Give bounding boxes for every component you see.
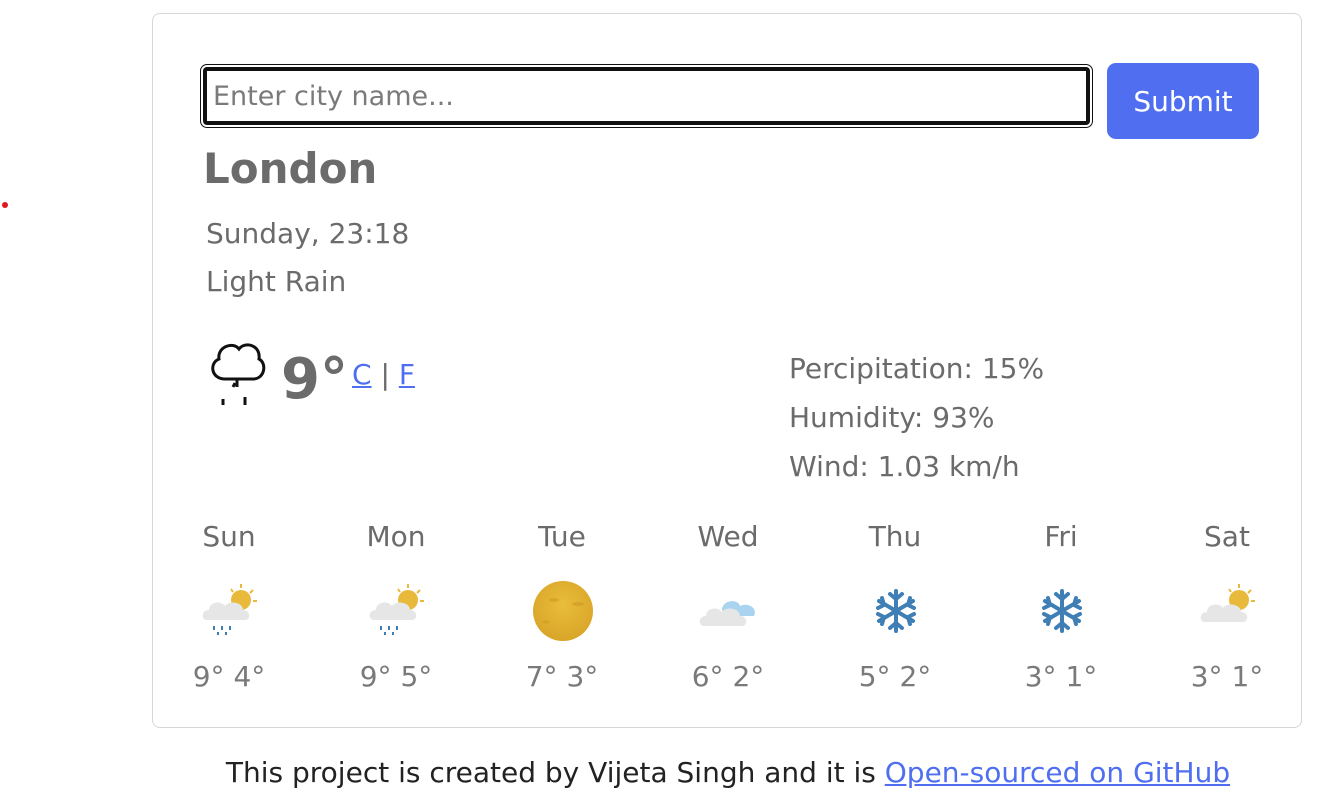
city-search-input[interactable] bbox=[200, 64, 1093, 128]
forecast-day: Fri 3° 1° bbox=[1001, 520, 1121, 693]
day-label: Tue bbox=[538, 520, 586, 553]
day-label: Fri bbox=[1044, 520, 1078, 553]
day-label: Sat bbox=[1204, 520, 1250, 553]
cloud-sun-rain-icon bbox=[369, 584, 424, 635]
weather-details: Percipitation: 15% Humidity: 93% Wind: 1… bbox=[789, 344, 1044, 491]
date-time: Sunday, 23:18 bbox=[206, 217, 410, 250]
sun-icon bbox=[533, 581, 593, 641]
forecast-day: Thu 5° 2° bbox=[835, 520, 955, 693]
humidity-text: Humidity: 93% bbox=[789, 401, 995, 434]
cloud-rain-outline-icon bbox=[211, 343, 266, 405]
day-temperatures: 7° 3° bbox=[525, 660, 599, 693]
footer: This project is created by Vijeta Singh … bbox=[0, 756, 1321, 789]
red-dot-marker bbox=[2, 202, 8, 208]
day-temperatures: 5° 2° bbox=[858, 660, 932, 693]
weather-card: Submit London Sunday, 23:18 Light Rain 9… bbox=[152, 13, 1302, 728]
cloud-icon bbox=[699, 601, 755, 626]
unit-separator: | bbox=[380, 358, 390, 391]
cloud-sun-rain-icon bbox=[202, 584, 257, 635]
forecast-day: Mon 9° 5° bbox=[336, 520, 456, 693]
day-temperatures: 9° 4° bbox=[192, 660, 266, 693]
day-temperatures: 6° 2° bbox=[691, 660, 765, 693]
current-temperature: 9° bbox=[281, 347, 348, 412]
celsius-link[interactable]: C bbox=[352, 358, 372, 391]
day-label: Mon bbox=[366, 520, 426, 553]
day-label: Sun bbox=[202, 520, 256, 553]
day-label: Wed bbox=[697, 520, 759, 553]
forecast-day: Wed 6° 2° bbox=[668, 520, 788, 693]
forecast-day: Sun 9° 4° bbox=[169, 520, 289, 693]
unit-toggle: C | F bbox=[352, 358, 415, 391]
cloud-sun-icon bbox=[1200, 584, 1255, 622]
github-link[interactable]: Open-sourced on GitHub bbox=[885, 756, 1230, 789]
day-label: Thu bbox=[868, 520, 922, 553]
city-name: London bbox=[203, 144, 378, 193]
snowflake-icon bbox=[876, 589, 916, 633]
forecast-day: Tue 7° 3° bbox=[502, 520, 622, 693]
forecast-day: Sat 3° 1° bbox=[1167, 520, 1287, 693]
day-temperatures: 9° 5° bbox=[359, 660, 433, 693]
submit-button[interactable]: Submit bbox=[1107, 63, 1259, 139]
precipitation-text: Percipitation: 15% bbox=[789, 352, 1045, 385]
day-temperatures: 3° 1° bbox=[1024, 660, 1098, 693]
snowflake-icon bbox=[1042, 589, 1082, 633]
footer-text: This project is created by Vijeta Singh … bbox=[225, 756, 876, 789]
day-temperatures: 3° 1° bbox=[1190, 660, 1264, 693]
fahrenheit-link[interactable]: F bbox=[399, 358, 415, 391]
wind-text: Wind: 1.03 km/h bbox=[789, 450, 1020, 483]
weather-condition: Light Rain bbox=[206, 265, 347, 298]
